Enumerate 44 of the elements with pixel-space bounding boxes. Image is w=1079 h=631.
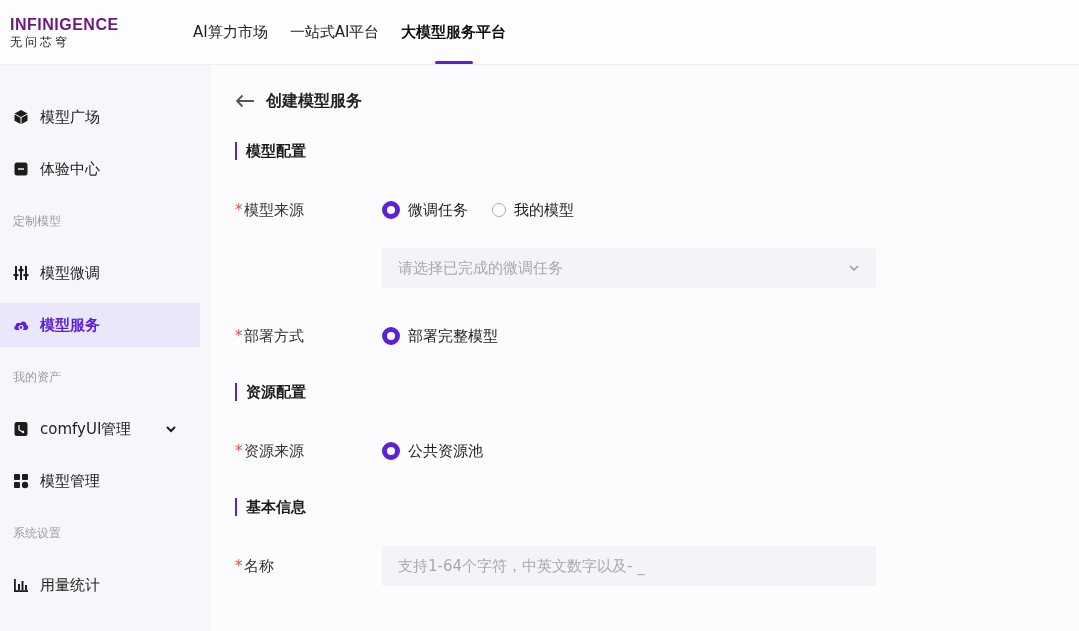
radio-option[interactable]: 公共资源池 [382,441,483,461]
sidebar-group-label: 我的资产 [12,368,62,386]
section-title: 基本信息 [235,498,1079,516]
sidebar-item[interactable]: 体验中心 [0,147,200,191]
chevron-down-icon [848,262,860,274]
box-icon [13,421,29,437]
required-mark: * [235,201,243,219]
radio-option[interactable]: 我的模型 [492,200,574,220]
nav-tab[interactable]: AI算力市场 [193,0,268,64]
page-title: 创建模型服务 [266,90,362,112]
radio-option[interactable]: 部署完整模型 [382,326,498,346]
cube-icon [13,109,29,125]
field-label: 名称 [243,556,274,576]
required-mark: * [235,557,243,575]
section-title: 模型配置 [235,142,1079,160]
sidebar-item[interactable]: 模型广场 [0,95,200,139]
sidebar-group-label: 定制模型 [12,212,62,230]
nav-tab[interactable]: 一站式AI平台 [289,0,380,64]
square-icon [13,161,29,177]
radio-option[interactable]: 微调任务 [382,200,468,220]
grid-icon [13,473,29,489]
required-mark: * [235,327,243,345]
sidebar-item[interactable]: 模型微调 [0,251,200,295]
brand-subtitle: 无问芯穹 [10,35,70,48]
sidebar-item[interactable]: 模型管理 [0,459,200,503]
brand-logo: INFINIGENCE [10,16,119,33]
sidebar-group-label: 系统设置 [12,524,62,542]
radio-button[interactable] [382,442,400,460]
back-arrow-icon[interactable] [235,94,255,108]
section-title: 资源配置 [235,383,1079,401]
sidebar-item[interactable]: 模型服务 [0,303,200,347]
bars-icon [13,577,29,593]
nav-tab[interactable]: 大模型服务平台 [401,0,507,64]
sliders-icon [13,265,29,281]
sidebar-item[interactable]: 用量统计 [0,563,200,607]
radio-button[interactable] [382,201,400,219]
field-label: 资源来源 [243,441,304,461]
field-label: 部署方式 [243,326,304,346]
name-input-field[interactable]: 支持1-64个字符，中英文数字以及- _ [382,546,876,586]
required-mark: * [235,442,243,460]
sidebar-item[interactable]: comfyUI管理 [0,407,200,451]
radio-button[interactable] [382,327,400,345]
radio-button[interactable] [492,203,506,217]
field-label: 模型来源 [243,200,304,220]
